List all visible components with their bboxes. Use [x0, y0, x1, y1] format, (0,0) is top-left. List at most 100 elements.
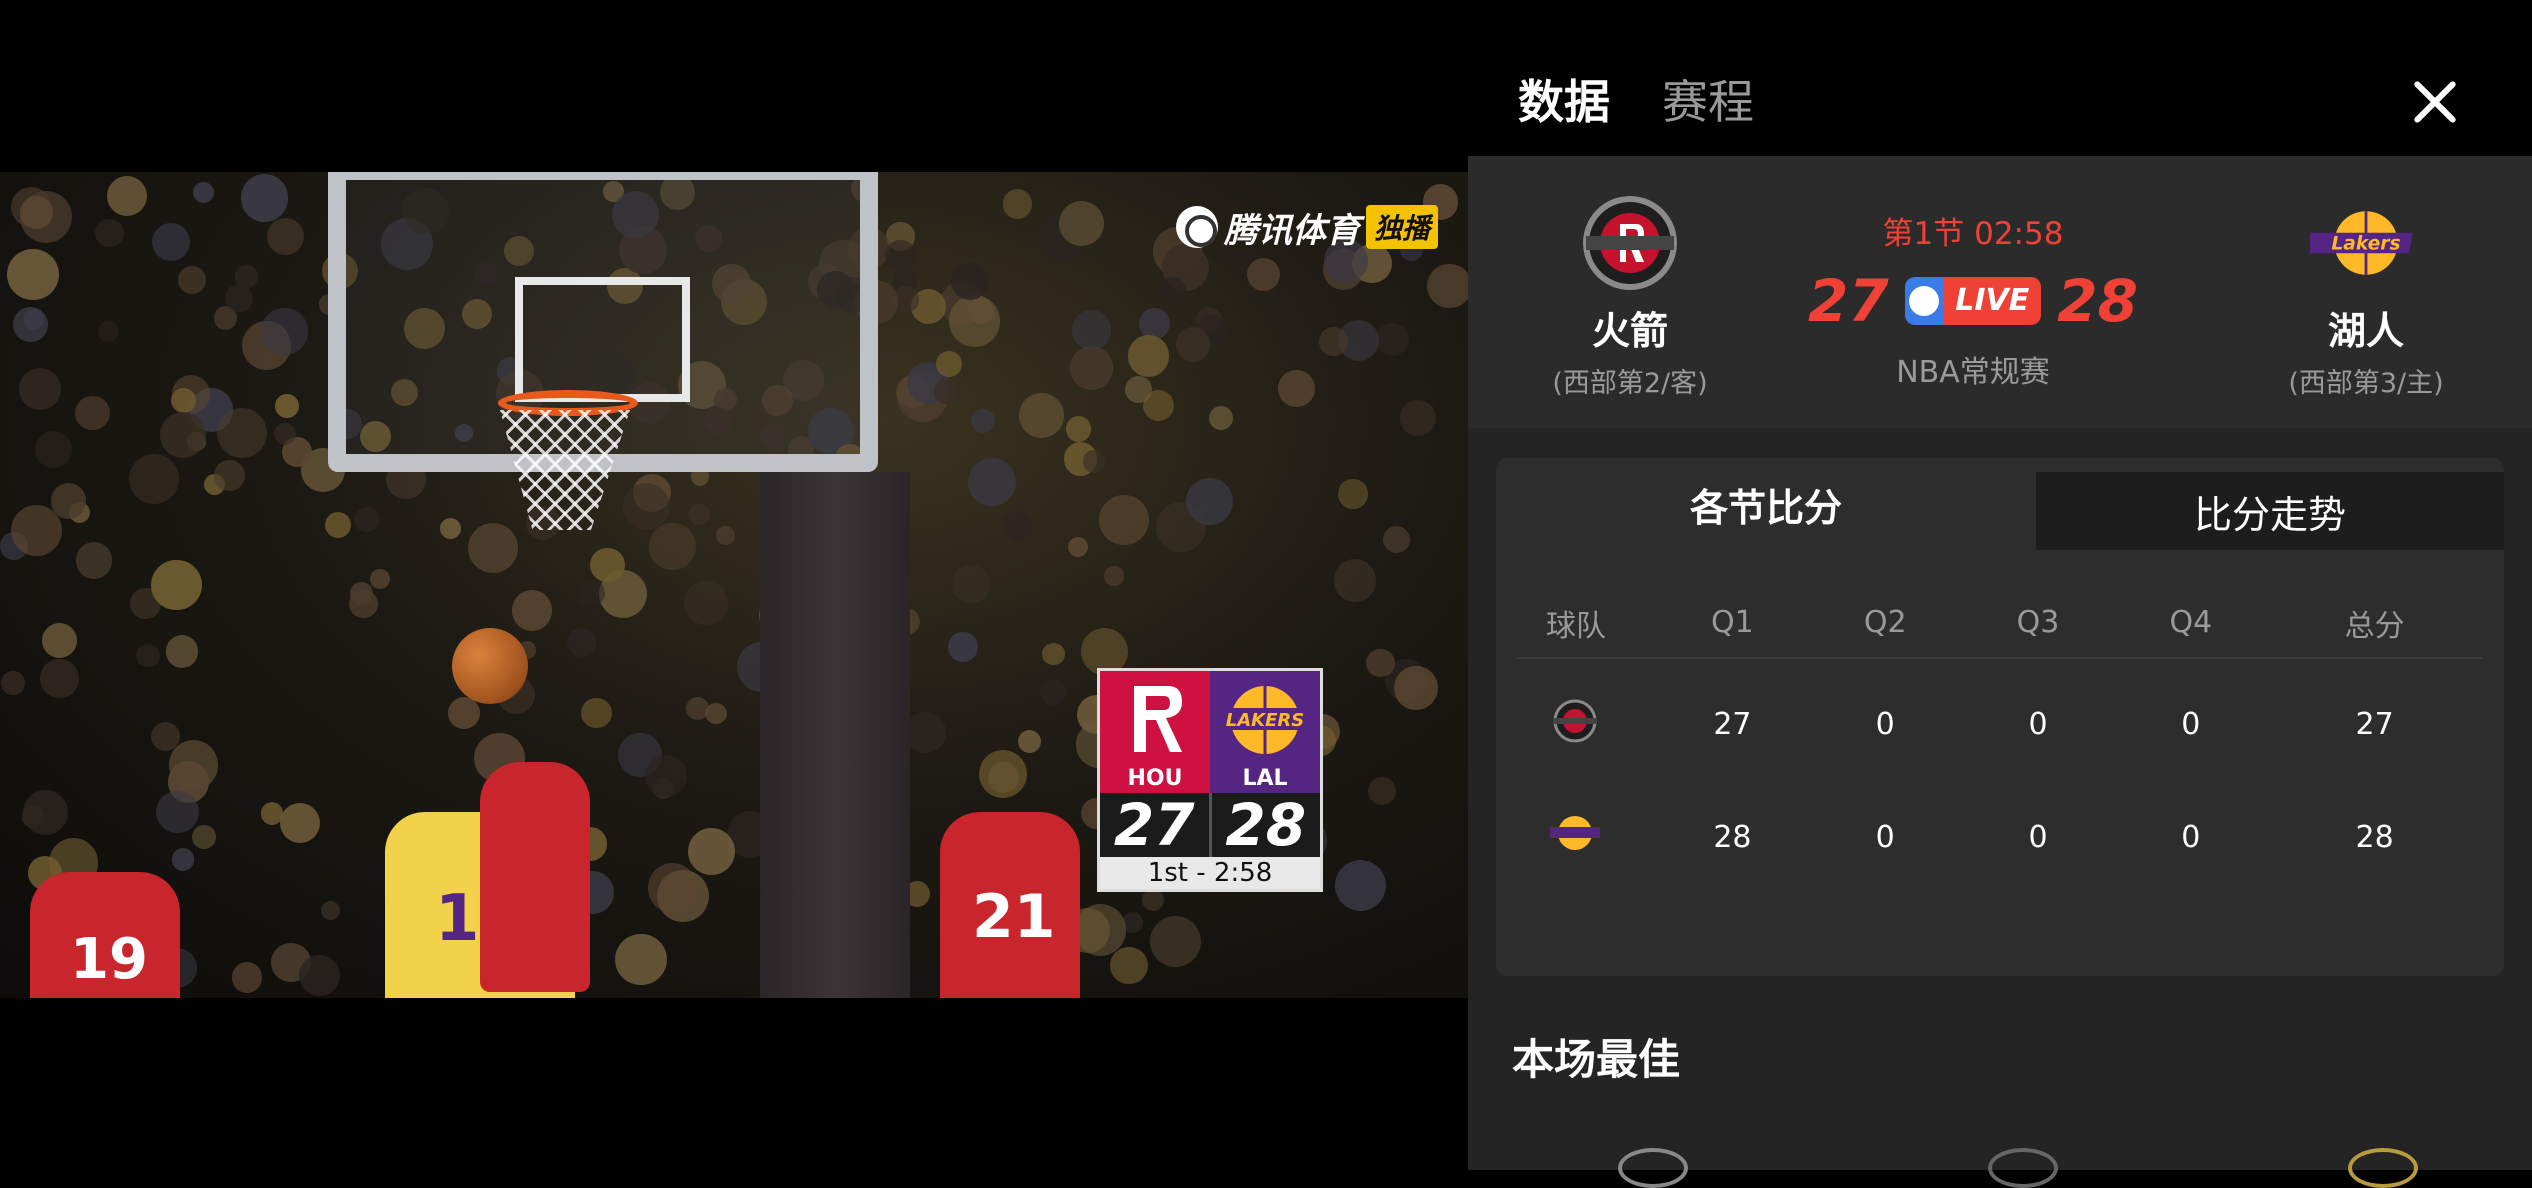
crowd-figure: [325, 512, 352, 539]
rockets-logo-icon: [1516, 658, 1656, 780]
col-q3: Q3: [2016, 605, 2060, 640]
basket-stanchion: [760, 472, 910, 998]
away-team-rank: (西部第3/主): [2288, 368, 2444, 399]
crowd-figure: [1065, 416, 1092, 443]
crowd-figure: [1400, 400, 1436, 437]
crowd-figure: [275, 394, 300, 419]
crowd-figure: [1143, 389, 1175, 421]
crowd-figure: [1338, 479, 1368, 509]
away-team-name: 湖人: [2327, 309, 2404, 353]
crowd-figure: [970, 408, 995, 433]
crowd-figure: [156, 790, 200, 834]
crowd-figure: [231, 962, 263, 993]
crowd-figure: [1333, 559, 1376, 602]
crowd-figure: [1368, 776, 1397, 805]
crowd-figure: [349, 581, 373, 605]
home-score: 27: [1808, 267, 1889, 335]
crowd-figure: [266, 217, 305, 256]
home-abbr: HOU: [1100, 765, 1210, 793]
away-score: 28: [1208, 793, 1321, 857]
player-avatar[interactable]: [1618, 1148, 1688, 1188]
table-cell: 0: [2181, 819, 2201, 855]
crowd-figure: [934, 379, 959, 404]
player-avatar[interactable]: [1988, 1148, 2058, 1188]
crowd-figure: [935, 350, 963, 378]
table-row: 28 0 0 0 28: [1516, 780, 2482, 894]
tab-schedule[interactable]: 赛程: [1662, 66, 1754, 132]
crowd-figure: [40, 659, 79, 698]
crowd-figure: [1376, 323, 1410, 357]
crowd-figure: [235, 264, 259, 288]
match-summary: 火箭 (西部第2/客) 第1节 02:58 27 LIVE 28 NBA常规赛 …: [1468, 156, 2532, 428]
tencent-sports-logo-icon: [1176, 206, 1218, 248]
crowd-figure: [19, 368, 62, 411]
crowd-figure: [1042, 642, 1066, 666]
watermark-brand: 腾讯体育: [1224, 210, 1360, 251]
crowd-figure: [705, 702, 728, 725]
close-icon[interactable]: [2408, 76, 2460, 128]
crowd-figure: [1209, 405, 1234, 431]
live-label: LIVE: [1943, 277, 2042, 325]
crowd-figure: [1082, 450, 1106, 474]
crowd-figure: [1246, 257, 1281, 292]
player-right: 21: [940, 812, 1080, 998]
crowd-figure: [1150, 916, 1201, 968]
crowd-figure: [152, 222, 191, 261]
crowd-figure: [20, 195, 54, 229]
crowd-figure: [467, 522, 519, 574]
player-defender: [480, 762, 590, 992]
crowd-figure: [1127, 334, 1170, 377]
crowd-figure: [566, 627, 597, 658]
crowd-figure: [178, 266, 206, 295]
crowd-figure: [159, 412, 206, 458]
crowd-figure: [885, 240, 916, 271]
player-avatar[interactable]: [2348, 1148, 2418, 1188]
table-header-row: 球队 Q1 Q2 Q3 Q4 总分: [1516, 588, 2482, 658]
crowd-figure: [224, 284, 253, 313]
crowd-figure: [1074, 904, 1127, 956]
crowd-figure: [369, 569, 390, 590]
crowd-figure: [1278, 370, 1315, 407]
crowd-figure: [1383, 525, 1411, 553]
crowd-figure: [1318, 327, 1348, 356]
video-player[interactable]: 19 17 21 腾讯体育 独播 LAKERS HOU LAL 27 28 1s…: [0, 172, 1468, 998]
crowd-figure: [1393, 666, 1439, 711]
crowd-figure: [1059, 200, 1105, 246]
table-cell: 28: [1713, 819, 1752, 855]
tencent-sports-watermark: 腾讯体育 独播: [1176, 204, 1439, 251]
crowd-figure: [260, 802, 283, 825]
crowd-figure: [74, 395, 110, 431]
home-team-rank: (西部第2/客): [1552, 368, 1708, 399]
col-q1: Q1: [1711, 605, 1754, 640]
panel-header: 数据 赛程: [1468, 0, 2532, 156]
crowd-figure: [1002, 189, 1033, 219]
period-clock: 第1节 02:58: [1882, 216, 2064, 252]
best-players-title: 本场最佳: [1512, 1035, 1681, 1084]
crowd-figure: [1018, 730, 1042, 754]
home-team[interactable]: 火箭 (西部第2/客): [1520, 196, 1740, 400]
tab-data[interactable]: 数据: [1518, 66, 1610, 132]
crowd-figure: [688, 827, 736, 876]
backboard-square: [515, 277, 690, 402]
crowd-figure: [1366, 648, 1395, 677]
crowd-figure: [1069, 346, 1113, 390]
crowd-figure: [11, 505, 62, 557]
crowd-figure: [13, 307, 48, 342]
crowd-figure: [1071, 310, 1112, 350]
live-badge[interactable]: LIVE: [1904, 277, 2042, 325]
table-cell: 0: [2181, 707, 2201, 742]
tab-score-trend[interactable]: 比分走势: [1996, 472, 2504, 550]
crowd-figure: [192, 825, 216, 849]
crowd-figure: [95, 218, 124, 247]
crowd-figure: [171, 848, 195, 871]
away-team[interactable]: Lakers 湖人 (西部第3/主): [2256, 196, 2476, 400]
crowd-figure: [1142, 889, 1165, 912]
crowd-figure: [1175, 327, 1211, 362]
col-total: 总分: [2344, 608, 2405, 644]
crowd-figure: [1098, 495, 1149, 545]
tab-quarter-scores[interactable]: 各节比分: [1496, 458, 2036, 550]
crowd-figure: [615, 933, 667, 986]
crowd-figure: [948, 295, 1001, 347]
table-cell: 28: [2355, 819, 2394, 855]
crowd-figure: [688, 503, 711, 526]
